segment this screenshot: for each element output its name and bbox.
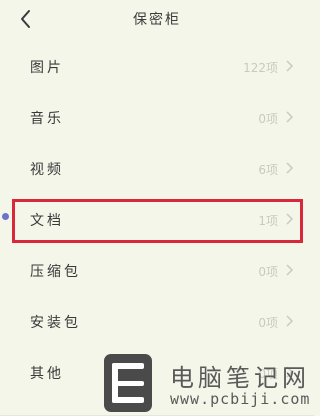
list-item-images[interactable]: 图片 122项 xyxy=(0,40,314,91)
list-item-label: 文档 xyxy=(30,213,64,229)
list-item-label: 其他 xyxy=(30,366,64,382)
page-title: 保密柜 xyxy=(133,12,181,28)
watermark: 电脑笔记网 www.pcbiji.com xyxy=(100,354,314,416)
touch-indicator-dot xyxy=(2,213,9,220)
list-item-count: 1项 xyxy=(258,214,278,228)
chevron-right-icon xyxy=(284,110,294,124)
watermark-name: 电脑笔记网 xyxy=(170,364,310,392)
list-item-count: 6项 xyxy=(258,163,278,177)
list-item-packages[interactable]: 安装包 0项 xyxy=(0,295,314,346)
list-item-label: 图片 xyxy=(30,60,64,76)
list-item-documents[interactable]: 文档 1项 xyxy=(0,193,314,244)
list-item-archives[interactable]: 压缩包 0项 xyxy=(0,244,314,295)
chevron-right-icon xyxy=(284,212,294,226)
list-item-music[interactable]: 音乐 0项 xyxy=(0,91,314,142)
list-item-videos[interactable]: 视频 6项 xyxy=(0,142,314,193)
list-item-count: 0项 xyxy=(258,265,278,279)
chevron-right-icon xyxy=(284,59,294,73)
list-item-count: 0项 xyxy=(258,112,278,126)
list-item-label: 安装包 xyxy=(30,315,81,331)
list-item-count: 122项 xyxy=(243,61,278,75)
list-item-label: 音乐 xyxy=(30,111,64,127)
header-bar: 保密柜 xyxy=(0,0,314,40)
list-item-label: 视频 xyxy=(30,162,64,178)
list-item-count: 0项 xyxy=(258,316,278,330)
chevron-right-icon xyxy=(284,314,294,328)
category-list: 图片 122项 音乐 0项 视频 6项 文档 1项 压缩包 0项 安装包 0项 xyxy=(0,40,314,397)
chevron-right-icon xyxy=(284,161,294,175)
list-item-label: 压缩包 xyxy=(30,264,81,280)
watermark-logo-icon xyxy=(104,354,152,412)
watermark-url: www.pcbiji.com xyxy=(170,390,311,408)
chevron-right-icon xyxy=(284,263,294,277)
